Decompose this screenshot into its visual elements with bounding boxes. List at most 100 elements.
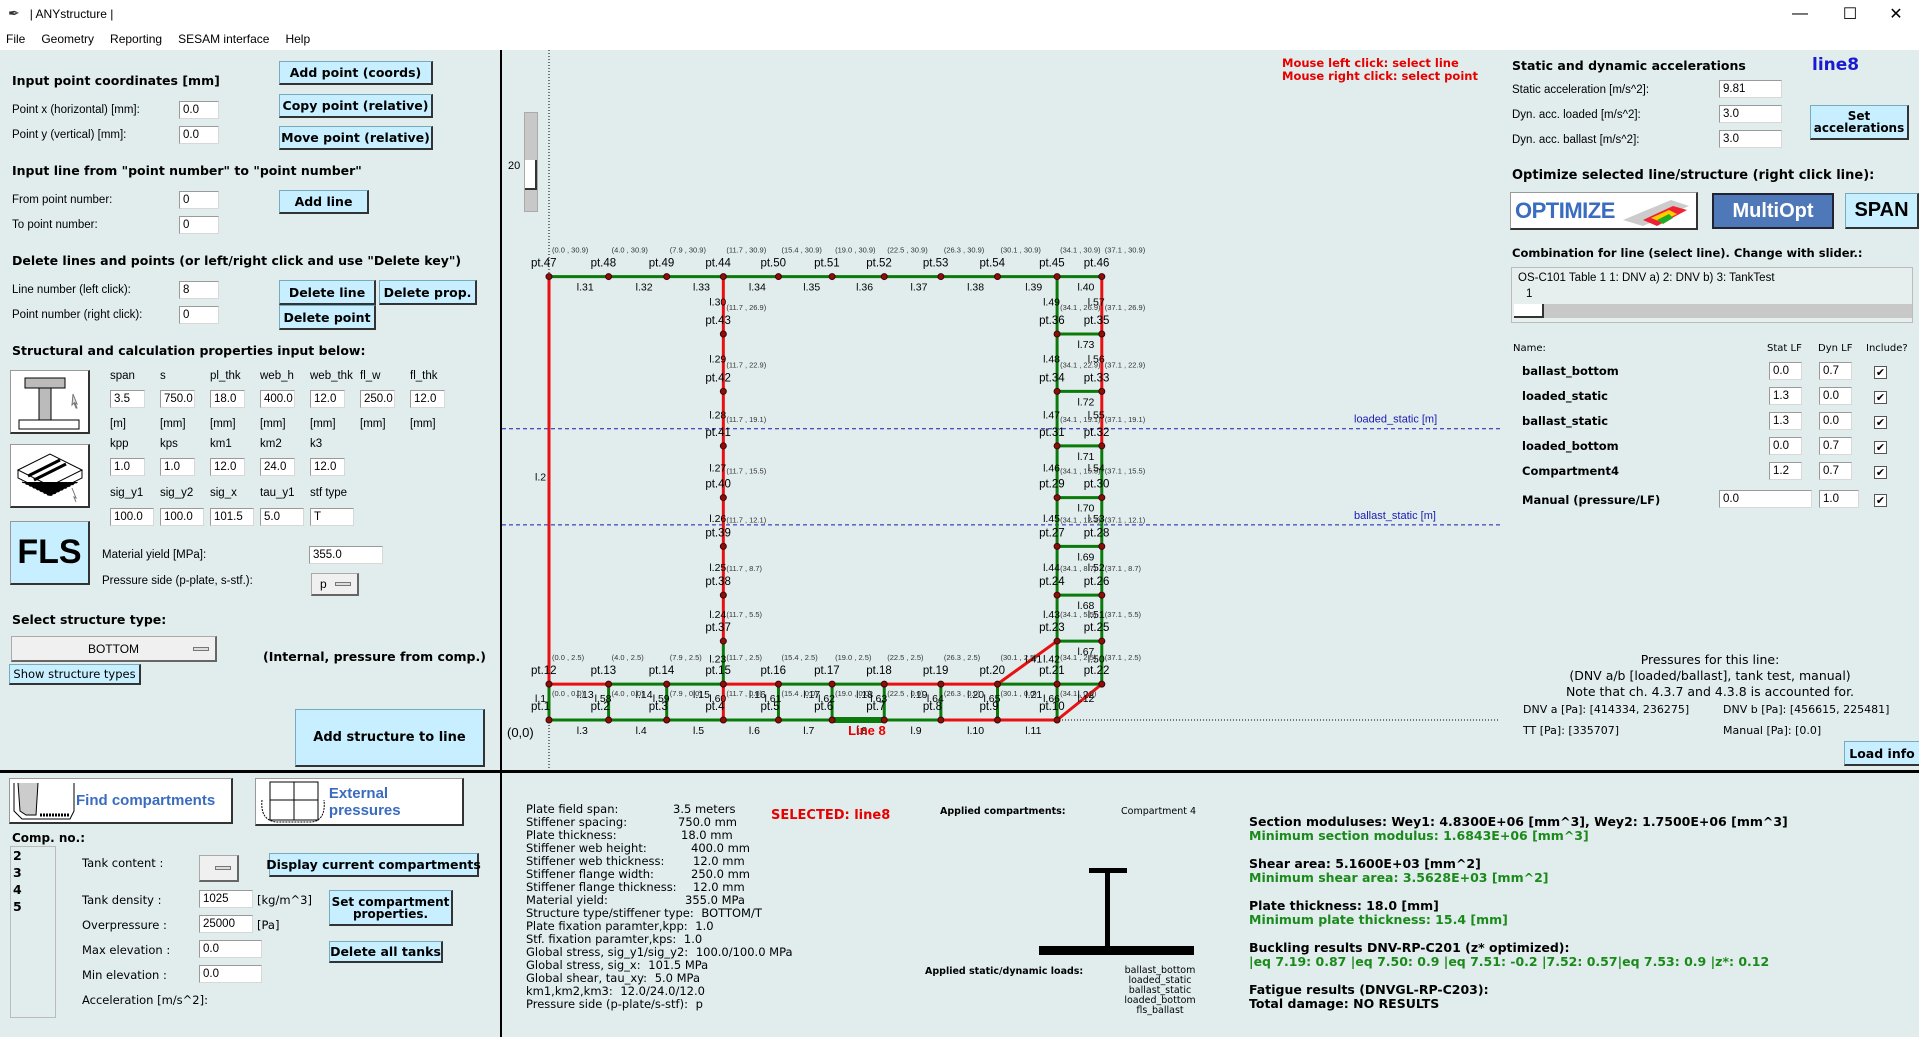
point-marker[interactable] [663,680,671,688]
point-y-input[interactable]: 0.0 [179,126,219,144]
property-input[interactable]: T [310,508,354,526]
point-marker[interactable] [937,716,945,724]
point-marker[interactable] [993,680,1001,688]
optimize-button[interactable]: OPTIMIZE [1510,192,1698,230]
point-marker[interactable] [605,273,613,281]
point-marker[interactable] [605,680,613,688]
property-input[interactable]: 12.0 [210,458,245,476]
static-acc-input[interactable]: 9.81 [1719,80,1782,98]
compartment-list-item[interactable]: 5 [13,898,55,915]
point-marker[interactable] [545,716,553,724]
dyn-ballast-input[interactable]: 3.0 [1719,130,1782,148]
point-marker[interactable] [719,716,727,724]
combination-slider[interactable] [1514,304,1912,318]
add-line-button[interactable]: Add line [279,190,369,214]
include-checkbox[interactable]: ✔ [1874,391,1887,404]
point-marker[interactable] [719,494,727,502]
menu-reporting[interactable]: Reporting [110,32,162,46]
point-marker[interactable] [1098,442,1106,450]
compartment-list-item[interactable]: 4 [13,881,55,898]
point-marker[interactable] [1053,494,1061,502]
external-pressures-button[interactable]: External pressures [255,778,464,826]
copy-point-button[interactable]: Copy point (relative) [279,94,433,118]
point-marker[interactable] [1098,273,1106,281]
overpressure-input[interactable]: 25000 [199,915,253,933]
point-marker[interactable] [993,716,1001,724]
stat-lf-input[interactable]: 1.2 [1769,462,1802,480]
point-marker[interactable] [1053,442,1061,450]
close-button[interactable]: ✕ [1873,0,1919,28]
property-input[interactable]: 24.0 [260,458,295,476]
set-compartment-button[interactable]: Set compartment properties. [329,890,453,926]
line-number-input[interactable]: 8 [179,281,219,299]
tank-content-dropdown[interactable] [199,855,239,882]
delete-all-tanks-button[interactable]: Delete all tanks [329,941,443,963]
multiopt-button[interactable]: MultiOpt [1712,193,1834,229]
delete-prop-button[interactable]: Delete prop. [379,280,477,305]
set-accelerations-button[interactable]: Set accelerations [1810,105,1909,140]
point-marker[interactable] [937,273,945,281]
material-yield-input[interactable]: 355.0 [309,546,383,564]
menu-geometry[interactable]: Geometry [41,32,94,46]
menu-help[interactable]: Help [285,32,310,46]
combination-slider-handle[interactable] [1514,304,1544,318]
point-marker[interactable] [1053,542,1061,550]
point-marker[interactable] [719,442,727,450]
display-compartments-button[interactable]: Display current compartments [266,853,481,877]
max-elevation-input[interactable]: 0.0 [199,940,262,958]
point-marker[interactable] [719,387,727,395]
point-marker[interactable] [1053,591,1061,599]
compartment-list[interactable]: 2 3 4 5 [10,846,56,1018]
manual-lf-input[interactable]: 1.0 [1819,490,1859,508]
pressure-side-dropdown[interactable]: p [311,573,359,596]
load-info-button[interactable]: Load info [1844,741,1919,766]
stat-lf-input[interactable]: 1.3 [1769,387,1802,405]
property-input[interactable]: 5.0 [260,508,304,526]
property-input[interactable]: 12.0 [410,390,445,408]
dyn-lf-input[interactable]: 0.7 [1819,362,1852,380]
manual-pressure-input[interactable]: 0.0 [1719,490,1812,508]
stiffener-section-button[interactable] [10,370,90,434]
point-marker[interactable] [774,716,782,724]
include-checkbox[interactable]: ✔ [1874,466,1887,479]
point-marker[interactable] [719,591,727,599]
point-marker[interactable] [1098,637,1106,645]
point-marker[interactable] [1098,591,1106,599]
point-marker[interactable] [774,273,782,281]
span-button[interactable]: SPAN [1845,193,1919,229]
point-marker[interactable] [828,273,836,281]
find-compartments-button[interactable]: Find compartments [9,778,233,824]
point-marker[interactable] [1098,387,1106,395]
delete-point-button[interactable]: Delete point [279,305,376,330]
point-marker[interactable] [828,716,836,724]
move-point-button[interactable]: Move point (relative) [279,126,433,150]
point-marker[interactable] [880,273,888,281]
property-input[interactable]: 1.0 [160,458,195,476]
point-marker[interactable] [1053,330,1061,338]
property-input[interactable]: 100.0 [160,508,204,526]
include-checkbox[interactable]: ✔ [1874,416,1887,429]
point-marker[interactable] [1098,494,1106,502]
tank-density-input[interactable]: 1025 [199,890,253,908]
point-marker[interactable] [545,273,553,281]
point-marker[interactable] [1053,637,1061,645]
point-marker[interactable] [605,716,613,724]
plate-field-button[interactable] [10,444,90,508]
property-input[interactable]: 3.5 [110,390,145,408]
point-marker[interactable] [880,680,888,688]
property-input[interactable]: 101.5 [210,508,254,526]
dyn-loaded-input[interactable]: 3.0 [1719,105,1782,123]
point-marker[interactable] [719,273,727,281]
zoom-slider[interactable] [524,112,538,212]
property-input[interactable]: 250.0 [360,390,395,408]
maximize-button[interactable]: ☐ [1827,0,1873,28]
point-marker[interactable] [1098,330,1106,338]
point-marker[interactable] [719,637,727,645]
to-point-input[interactable]: 0 [179,216,219,234]
point-marker[interactable] [719,330,727,338]
point-marker[interactable] [1098,680,1106,688]
structure-type-dropdown[interactable]: BOTTOM [11,636,217,662]
point-number-input[interactable]: 0 [179,306,219,324]
point-marker[interactable] [663,716,671,724]
zoom-slider-handle[interactable] [525,160,537,190]
